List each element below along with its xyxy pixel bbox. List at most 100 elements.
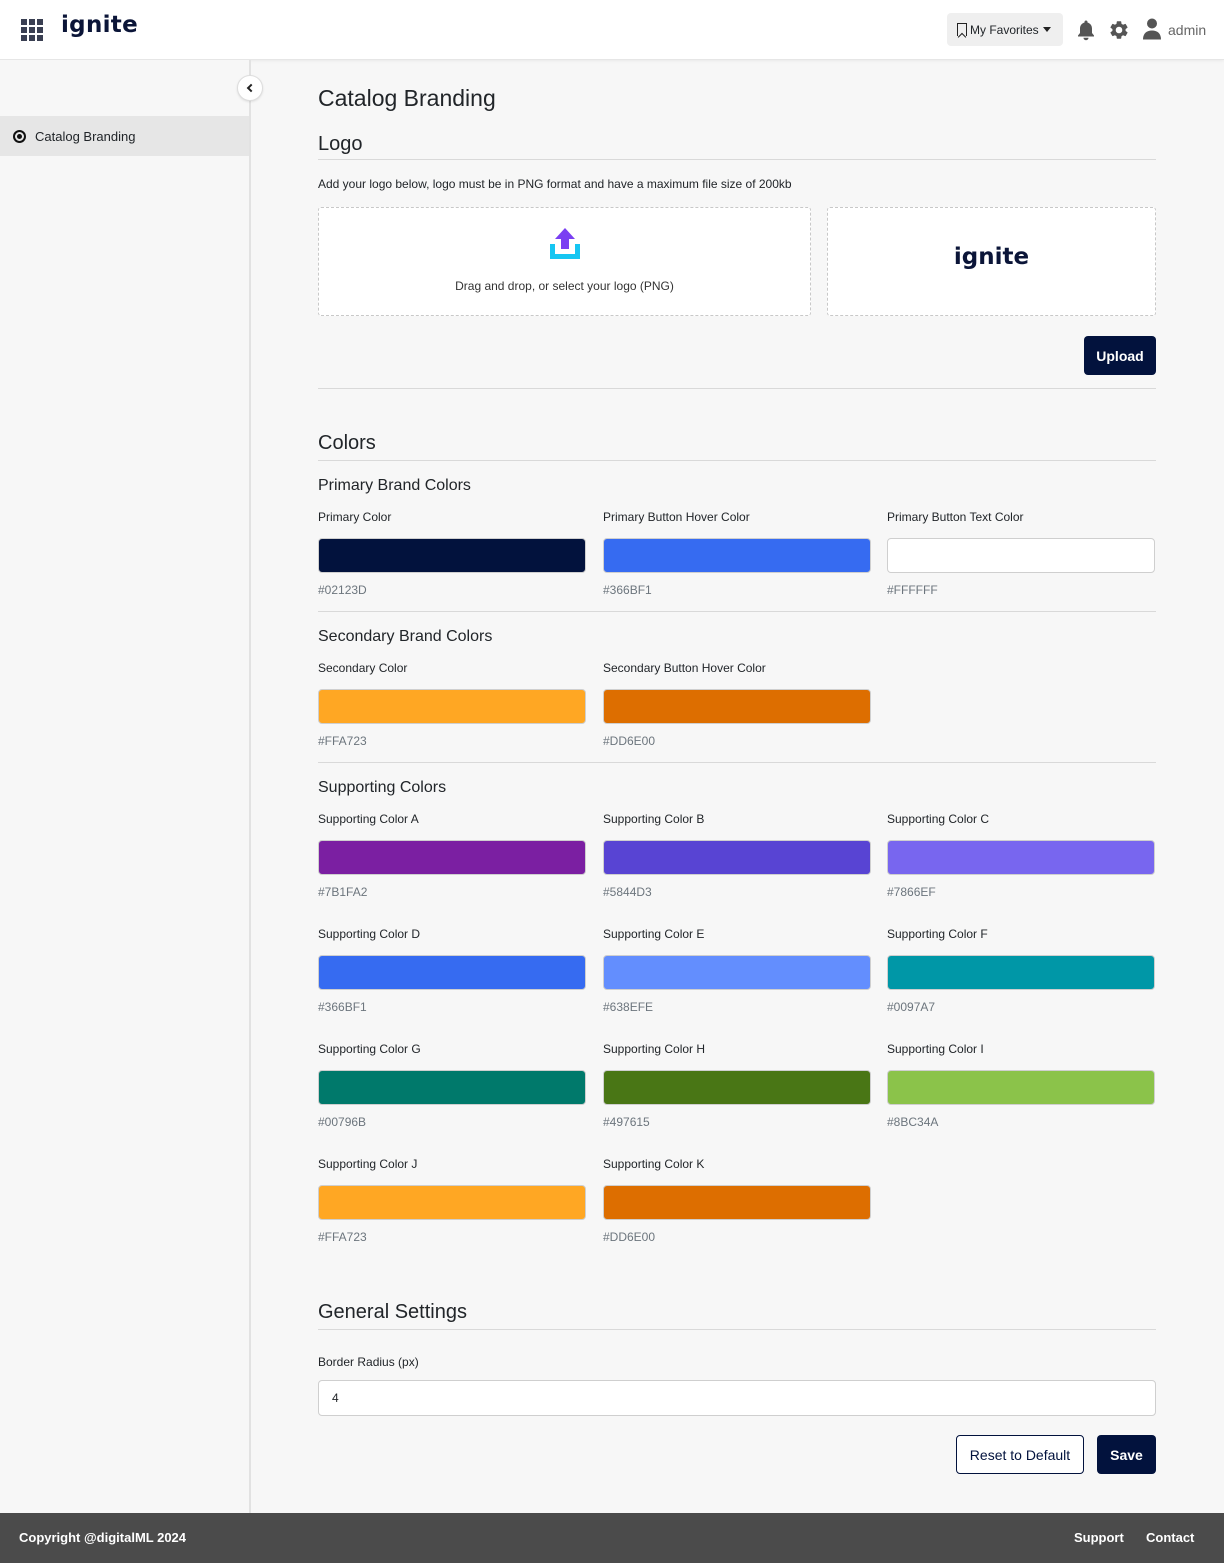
- color-field: Supporting Color K #DD6E00: [603, 1157, 871, 1244]
- color-hex-value: #02123D: [318, 583, 367, 597]
- divider: [318, 611, 1156, 612]
- color-hex-value: #00796B: [318, 1115, 367, 1129]
- color-field: Secondary Color #FFA723: [318, 661, 586, 748]
- color-swatch[interactable]: [887, 840, 1155, 875]
- color-swatch[interactable]: [603, 840, 871, 875]
- logo-hint: Add your logo below, logo must be in PNG…: [318, 177, 792, 191]
- color-label: Supporting Color J: [318, 1157, 418, 1171]
- logo-dropzone[interactable]: Drag and drop, or select your logo (PNG): [318, 207, 811, 316]
- color-label: Primary Button Hover Color: [603, 510, 750, 524]
- bookmark-icon: [957, 23, 967, 36]
- page-title: Catalog Branding: [318, 85, 496, 111]
- color-label: Primary Button Text Color: [887, 510, 1024, 524]
- color-label: Supporting Color E: [603, 927, 705, 941]
- general-settings-title: General Settings: [318, 1301, 467, 1323]
- logo-section-title: Logo: [318, 133, 363, 155]
- color-label: Supporting Color D: [318, 927, 421, 941]
- top-navbar: ignite My Favorites admin: [0, 0, 1224, 60]
- color-field: Secondary Button Hover Color #DD6E00: [603, 661, 871, 748]
- color-swatch[interactable]: [603, 538, 871, 573]
- radio-selected-icon: [13, 129, 26, 143]
- color-hex-value: #366BF1: [318, 1000, 367, 1014]
- color-hex-value: #366BF1: [603, 583, 652, 597]
- color-hex-value: #FFFFFF: [887, 583, 938, 597]
- color-swatch[interactable]: [318, 538, 586, 573]
- color-swatch[interactable]: [887, 1070, 1155, 1105]
- divider: [318, 159, 1156, 160]
- save-button[interactable]: Save: [1097, 1435, 1156, 1474]
- user-icon[interactable]: [1142, 18, 1162, 40]
- color-label: Supporting Color K: [603, 1157, 705, 1171]
- caret-down-icon: [1042, 27, 1051, 32]
- color-field: Primary Color #02123D: [318, 510, 586, 597]
- bell-icon[interactable]: [1076, 19, 1096, 41]
- color-label: Supporting Color A: [318, 812, 419, 826]
- color-field: Supporting Color B #5844D3: [603, 812, 871, 899]
- divider: [318, 388, 1156, 389]
- divider: [318, 762, 1156, 763]
- border-radius-label: Border Radius (px): [318, 1355, 419, 1369]
- color-hex-value: #0097A7: [887, 1000, 936, 1014]
- color-field: Primary Button Text Color #FFFFFF: [887, 510, 1155, 597]
- color-field: Supporting Color I #8BC34A: [887, 1042, 1155, 1129]
- divider: [318, 1329, 1156, 1330]
- color-swatch[interactable]: [887, 538, 1155, 573]
- apps-grid-icon[interactable]: [21, 19, 43, 41]
- color-label: Secondary Button Hover Color: [603, 661, 766, 675]
- reset-to-default-button[interactable]: Reset to Default: [956, 1435, 1084, 1474]
- dropzone-text: Drag and drop, or select your logo (PNG): [455, 279, 674, 293]
- color-label: Primary Color: [318, 510, 392, 524]
- color-swatch[interactable]: [887, 955, 1155, 990]
- color-field: Primary Button Hover Color #366BF1: [603, 510, 871, 597]
- color-swatch[interactable]: [603, 689, 871, 724]
- colors-section-title: Colors: [318, 432, 376, 454]
- color-hex-value: #DD6E00: [603, 1230, 656, 1244]
- copyright-text: Copyright @digitalML 2024: [19, 1530, 187, 1545]
- color-swatch[interactable]: [318, 689, 586, 724]
- color-hex-value: #DD6E00: [603, 734, 656, 748]
- color-swatch[interactable]: [603, 955, 871, 990]
- color-hex-value: #5844D3: [603, 885, 652, 899]
- color-hex-value: #638EFE: [603, 1000, 654, 1014]
- color-label: Supporting Color B: [603, 812, 705, 826]
- brand-logo[interactable]: ignite: [61, 12, 138, 38]
- color-field: Supporting Color F #0097A7: [887, 927, 1155, 1014]
- contact-link[interactable]: Contact: [1146, 1530, 1194, 1545]
- secondary-colors-title: Secondary Brand Colors: [318, 628, 493, 645]
- color-field: Supporting Color E #638EFE: [603, 927, 871, 1014]
- color-field: Supporting Color C #7866EF: [887, 812, 1155, 899]
- supporting-colors-title: Supporting Colors: [318, 779, 447, 796]
- color-swatch[interactable]: [318, 955, 586, 990]
- upload-button[interactable]: Upload: [1084, 336, 1156, 375]
- gear-icon[interactable]: [1108, 19, 1130, 41]
- color-field: Supporting Color H #497615: [603, 1042, 871, 1129]
- sidebar-item-catalog-branding[interactable]: Catalog Branding: [0, 116, 249, 156]
- color-label: Secondary Color: [318, 661, 408, 675]
- color-label: Supporting Color G: [318, 1042, 421, 1056]
- color-field: Supporting Color D #366BF1: [318, 927, 586, 1014]
- sidebar-collapse-button[interactable]: [237, 75, 263, 101]
- divider: [318, 460, 1156, 461]
- color-swatch[interactable]: [318, 1070, 586, 1105]
- color-swatch[interactable]: [603, 1185, 871, 1220]
- user-name[interactable]: admin: [1168, 22, 1206, 38]
- sidebar-item-label: Catalog Branding: [35, 128, 136, 144]
- logo-preview: ignite: [827, 207, 1156, 316]
- color-label: Supporting Color H: [603, 1042, 706, 1056]
- my-favorites-label: My Favorites: [970, 22, 1039, 37]
- border-radius-input[interactable]: [318, 1380, 1156, 1416]
- logo-preview-image: ignite: [953, 244, 1030, 270]
- color-hex-value: #FFA723: [318, 734, 367, 748]
- color-field: Supporting Color J #FFA723: [318, 1157, 586, 1244]
- color-swatch[interactable]: [603, 1070, 871, 1105]
- color-hex-value: #7B1FA2: [318, 885, 368, 899]
- color-swatch[interactable]: [318, 840, 586, 875]
- support-link[interactable]: Support: [1074, 1530, 1124, 1545]
- color-hex-value: #497615: [603, 1115, 650, 1129]
- my-favorites-dropdown[interactable]: My Favorites: [947, 13, 1063, 46]
- color-field: Supporting Color A #7B1FA2: [318, 812, 586, 899]
- color-swatch[interactable]: [318, 1185, 586, 1220]
- footer: Copyright @digitalML 2024 Support Contac…: [0, 1513, 1224, 1563]
- color-hex-value: #FFA723: [318, 1230, 367, 1244]
- upload-icon: [550, 228, 580, 259]
